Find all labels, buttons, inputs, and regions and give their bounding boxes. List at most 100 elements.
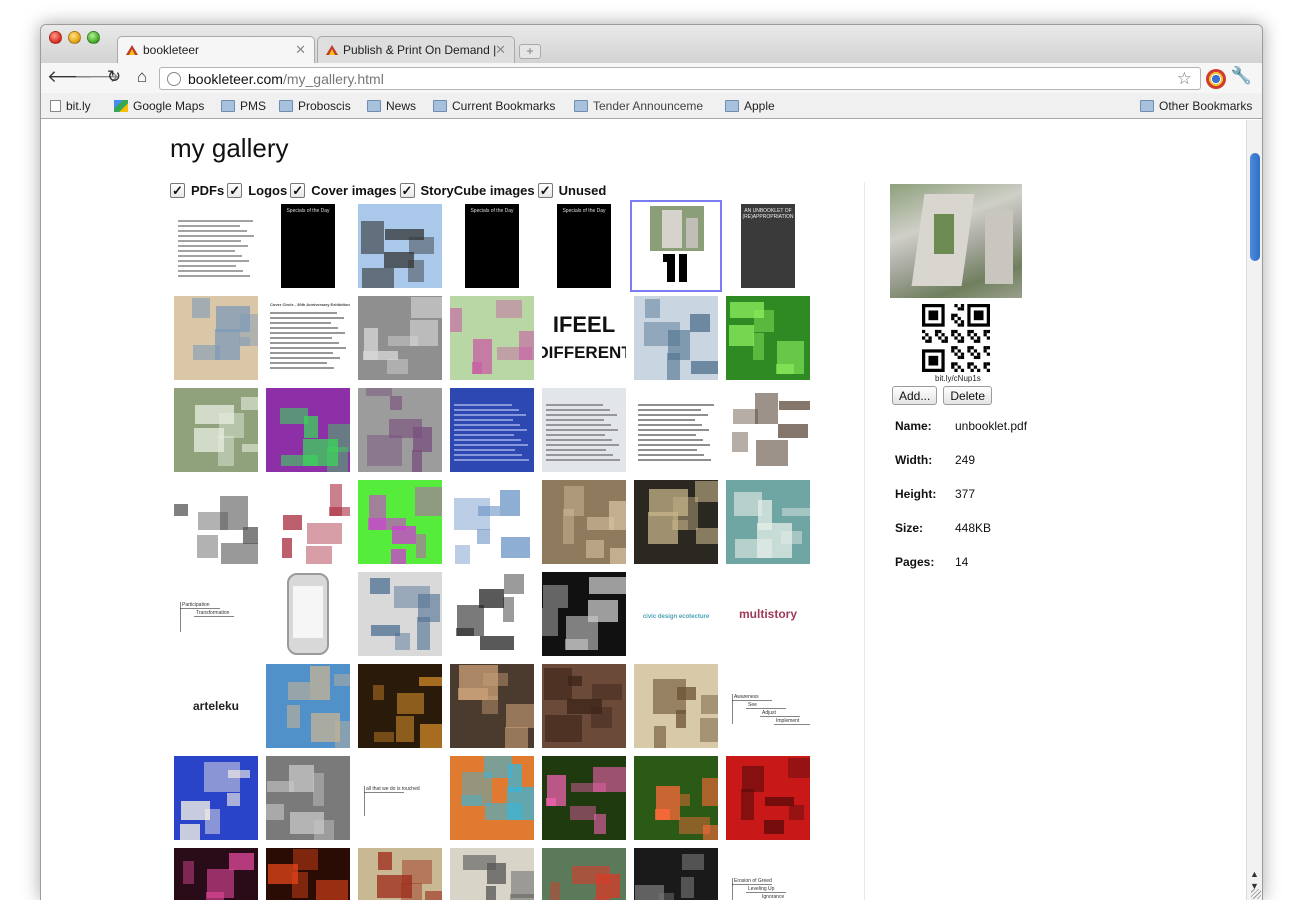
gallery-thumbnail[interactable]	[266, 388, 350, 472]
gallery-thumbnail[interactable]	[634, 296, 718, 380]
tab-close-icon[interactable]: ✕	[495, 42, 506, 58]
close-window-button[interactable]	[49, 31, 62, 44]
checkbox-icon[interactable]: ✓	[537, 183, 553, 198]
filter-logos[interactable]: ✓ Logos	[227, 183, 287, 198]
tab-close-icon[interactable]: ✕	[295, 42, 306, 58]
gallery-thumbnail[interactable]: Awareness See Adjust Implement	[726, 664, 810, 748]
forward-arrow-icon[interactable]: 🡒	[74, 67, 120, 87]
home-icon[interactable]: ⌂	[131, 67, 153, 87]
gallery-thumbnail[interactable]: civic design ecotecture	[634, 572, 718, 656]
gallery-thumbnail[interactable]: IFEEL DIFFERENT	[542, 296, 626, 380]
gallery-thumbnail[interactable]	[358, 388, 442, 472]
bookmark-bitly[interactable]: bit.ly	[50, 99, 91, 113]
gallery-thumbnail[interactable]	[450, 388, 534, 472]
bookmark-tender[interactable]: Tender Announceme	[574, 99, 703, 113]
gallery-thumbnail[interactable]	[726, 480, 810, 564]
gallery-thumbnail[interactable]	[450, 296, 534, 380]
address-bar[interactable]: bookleteer.com/my_gallery.html ☆	[159, 67, 1201, 90]
detail-panel: bit.ly/cNup1s Add... Delete Name: unbookl…	[890, 184, 1210, 569]
tab-publish-print[interactable]: Publish & Print On Demand | ✕	[317, 36, 515, 63]
gallery-thumbnail[interactable]: Specials of the Day	[450, 204, 534, 288]
gallery-thumbnail[interactable]	[266, 848, 350, 900]
bookmark-star-icon[interactable]: ☆	[1177, 69, 1192, 89]
gallery-thumbnail[interactable]	[174, 848, 258, 900]
gallery-thumbnail[interactable]	[266, 480, 350, 564]
gallery-thumbnail[interactable]	[266, 664, 350, 748]
gallery-thumbnail[interactable]: AN UNBOOKLET OF (RE)APPROPRIATION	[726, 204, 810, 288]
tab-bookleteer[interactable]: bookleteer ✕	[117, 36, 315, 63]
gallery-thumbnail[interactable]	[726, 388, 810, 472]
filter-unused[interactable]: ✓ Unused	[537, 183, 606, 198]
bookmark-pms[interactable]: PMS	[221, 99, 266, 113]
wrench-menu-icon[interactable]: 🔧	[1231, 66, 1252, 86]
filter-pdfs[interactable]: ✓ PDFs	[170, 183, 224, 198]
gallery-thumbnail[interactable]	[450, 480, 534, 564]
bookmark-proboscis[interactable]: Proboscis	[279, 99, 351, 113]
gallery-thumbnail[interactable]	[542, 480, 626, 564]
gallery-thumbnail[interactable]	[174, 480, 258, 564]
bookmark-label: PMS	[240, 99, 267, 113]
gallery-thumbnail[interactable]: Participation Transformation	[174, 572, 258, 656]
filter-storycube-images[interactable]: ✓ StoryCube images	[399, 183, 535, 198]
gallery-thumbnail[interactable]	[542, 848, 626, 900]
gallery-thumbnail[interactable]	[450, 664, 534, 748]
bookmark-current[interactable]: Current Bookmarks	[433, 99, 555, 113]
gallery-thumbnail[interactable]	[634, 848, 718, 900]
gallery-thumbnail[interactable]	[542, 388, 626, 472]
checkbox-icon[interactable]: ✓	[290, 183, 306, 198]
reload-icon[interactable]: ↻	[103, 67, 125, 87]
add-button[interactable]: Add...	[892, 386, 938, 405]
gallery-thumbnail[interactable]	[174, 296, 258, 380]
gallery-thumbnail[interactable]	[266, 756, 350, 840]
filter-label: PDFs	[191, 183, 225, 198]
gallery-thumbnail[interactable]: all that we do is touched	[358, 756, 442, 840]
gallery-thumbnail[interactable]	[358, 572, 442, 656]
delete-button[interactable]: Delete	[943, 386, 993, 405]
minimize-window-button[interactable]	[68, 31, 81, 44]
gallery-thumbnail[interactable]	[358, 480, 442, 564]
gallery-thumbnail[interactable]	[634, 388, 718, 472]
bookmark-google-maps[interactable]: Google Maps	[114, 99, 204, 113]
scroll-up-icon[interactable]: ▲	[1250, 869, 1259, 879]
gallery-thumbnail[interactable]	[174, 204, 258, 288]
gallery-thumbnail[interactable]	[726, 756, 810, 840]
gallery-thumbnail[interactable]	[174, 388, 258, 472]
gallery-thumbnail[interactable]	[542, 756, 626, 840]
gallery-thumbnail[interactable]	[542, 664, 626, 748]
zoom-window-button[interactable]	[87, 31, 100, 44]
resize-grip-icon[interactable]	[1251, 889, 1261, 899]
new-tab-button[interactable]: +	[519, 44, 541, 59]
gallery-thumbnail[interactable]	[358, 848, 442, 900]
gallery-thumbnail[interactable]	[358, 664, 442, 748]
filter-cover-images[interactable]: ✓ Cover images	[290, 183, 397, 198]
vertical-scrollbar[interactable]: ▲ ▼	[1246, 120, 1262, 900]
gallery-thumbnail[interactable]	[358, 204, 442, 288]
gallery-thumbnail[interactable]: Cover Circle - 30th Anniversary Exhibiti…	[266, 296, 350, 380]
gallery-thumbnail[interactable]	[634, 480, 718, 564]
bookmark-apple[interactable]: Apple	[725, 99, 775, 113]
gallery-thumbnail[interactable]	[450, 572, 534, 656]
extension-icon[interactable]	[1206, 69, 1226, 89]
gallery-thumbnail[interactable]: multistory	[726, 572, 810, 656]
gallery-thumbnail[interactable]	[630, 200, 722, 292]
bookmark-news[interactable]: News	[367, 99, 416, 113]
gallery-thumbnail[interactable]	[542, 572, 626, 656]
other-bookmarks[interactable]: Other Bookmarks	[1140, 99, 1252, 113]
checkbox-icon[interactable]: ✓	[227, 183, 243, 198]
gallery-thumbnail[interactable]: arteleku	[174, 664, 258, 748]
gallery-thumbnail[interactable]	[174, 756, 258, 840]
checkbox-icon[interactable]: ✓	[399, 183, 415, 198]
gallery-thumbnail[interactable]	[450, 848, 534, 900]
scroll-thumb[interactable]	[1250, 153, 1260, 261]
gallery-thumbnail[interactable]	[726, 296, 810, 380]
gallery-thumbnail[interactable]	[634, 756, 718, 840]
gallery-thumbnail[interactable]	[634, 664, 718, 748]
back-arrow-icon[interactable]: 🡐	[47, 67, 93, 87]
gallery-thumbnail[interactable]	[450, 756, 534, 840]
gallery-thumbnail[interactable]	[266, 572, 350, 656]
gallery-thumbnail[interactable]: Specials of the Day	[266, 204, 350, 288]
gallery-thumbnail[interactable]: Erosion of Greed Leveling Up Ignorance	[726, 848, 810, 900]
gallery-thumbnail[interactable]	[358, 296, 442, 380]
gallery-thumbnail[interactable]: Specials of the Day	[542, 204, 626, 288]
checkbox-icon[interactable]: ✓	[170, 183, 185, 198]
